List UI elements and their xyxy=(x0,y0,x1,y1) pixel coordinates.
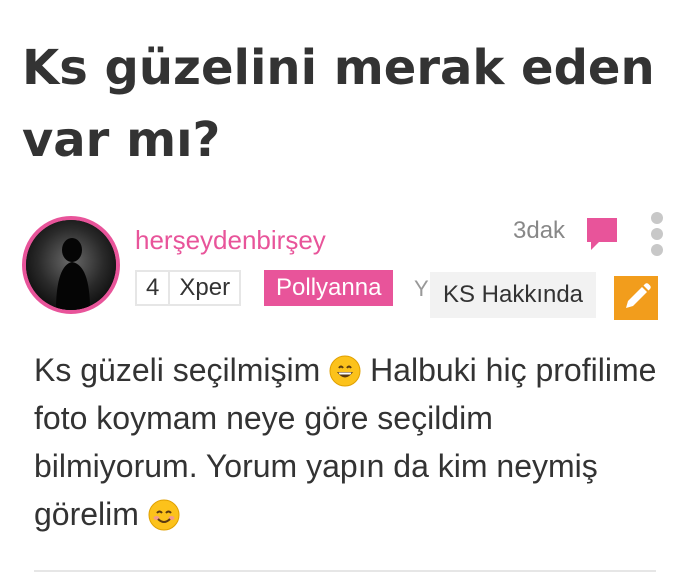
post-time: 3dak xyxy=(513,217,566,244)
post-title: Ks güzelini merak eden var mı? xyxy=(22,40,655,168)
level-box: 4 Xper xyxy=(135,270,242,306)
author-badge[interactable]: Pollyanna xyxy=(264,270,394,306)
topic-tooltip[interactable]: KS Hakkında xyxy=(430,272,596,318)
edit-button[interactable] xyxy=(614,276,658,320)
smiling-face-emoji xyxy=(148,499,180,531)
avatar[interactable] xyxy=(22,216,120,314)
pencil-icon xyxy=(626,283,651,308)
author-level: 4 xyxy=(137,272,171,304)
grinning-face-emoji xyxy=(329,355,361,387)
more-vertical-icon[interactable] xyxy=(651,212,665,258)
post-body: Ks güzeli seçilmişim Halbuki hiç profili… xyxy=(34,346,664,538)
author-username[interactable]: herşeydenbirşey xyxy=(135,224,326,256)
partially-hidden-text: Y xyxy=(414,276,429,301)
author-level-label: Xper xyxy=(179,274,231,301)
avatar-silhouette-image xyxy=(26,220,116,310)
comment-bubble-icon[interactable] xyxy=(585,216,619,252)
post-body-part1: Ks güzeli seçilmişim xyxy=(34,352,330,388)
divider xyxy=(34,570,656,572)
